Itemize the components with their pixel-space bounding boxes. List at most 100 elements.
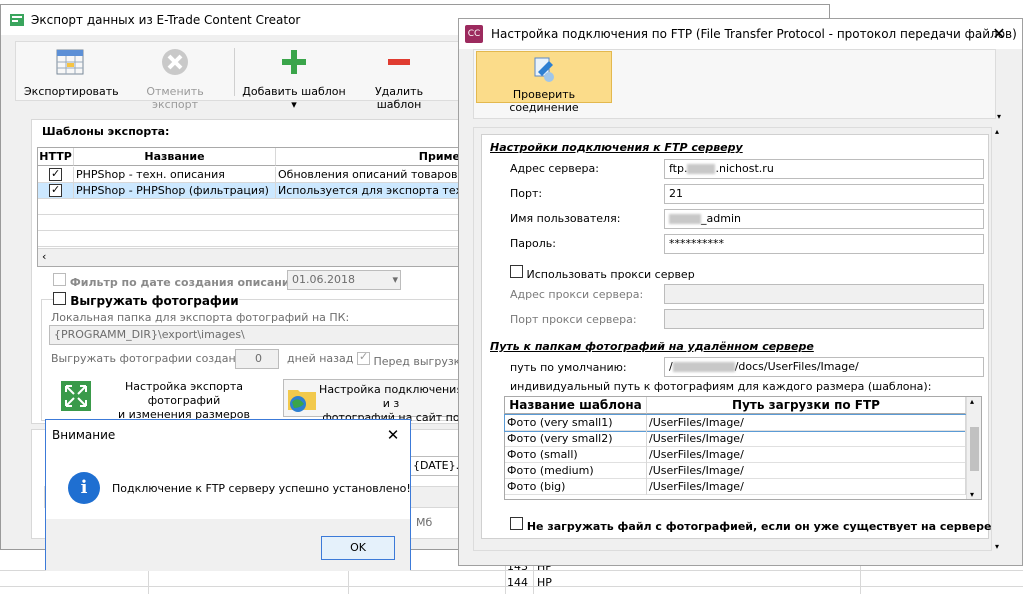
use-proxy-checkbox[interactable]: Использовать прокси сервер [510, 265, 695, 281]
toolbar-scrollbar[interactable]: ▾ [995, 49, 1005, 121]
column-header-ftp-path[interactable]: Путь загрузки по FTP [647, 397, 966, 414]
before-upload-checkbox[interactable]: Перед выгрузкой [357, 350, 474, 368]
close-icon[interactable]: ✕ [376, 420, 410, 450]
minus-icon [388, 59, 410, 65]
http-checkbox[interactable] [49, 167, 62, 182]
redacted-block [672, 362, 735, 372]
redacted-block [669, 214, 701, 224]
scroll-down-icon[interactable]: ▾ [995, 542, 999, 551]
http-checkbox[interactable] [49, 183, 62, 198]
size-ftp-path[interactable]: /UserFiles/Image/ [647, 415, 966, 431]
verify-connection-button[interactable]: Проверить соединение [476, 51, 612, 114]
table-row-selected[interactable]: PHPShop - PHPShop (фильтрация) Используе… [38, 183, 462, 199]
scroll-up-icon[interactable]: ▴ [995, 127, 999, 136]
table-row-selected[interactable]: Фото (very small1) /UserFiles/Image/ [504, 414, 967, 432]
export-photos-checkbox[interactable]: Выгружать фотографии [53, 292, 239, 308]
size-paths-table[interactable]: Название шаблона Путь загрузки по FTP Фо… [504, 396, 982, 500]
ok-button[interactable]: OK [321, 536, 395, 560]
table-scrollbar[interactable]: ▴ ▾ [966, 397, 981, 499]
date-filter-checkbox[interactable]: Фильтр по дате создания описаний [53, 273, 297, 289]
template-note: Обновления описаний товаров на [278, 168, 462, 181]
proxy-port-label: Порт прокси сервера: [510, 313, 637, 326]
export-button-label: Экспортировать [24, 85, 119, 98]
ftp-panel-scrollbar[interactable]: ▴ ▾ [991, 127, 1005, 551]
size-template-name: Фото (medium) [505, 463, 647, 479]
server-value-prefix: ftp. [669, 162, 688, 175]
verify-connection-label: Проверить соединение [509, 88, 579, 114]
column-header-http[interactable]: HTTP [38, 148, 74, 166]
skip-existing-label: Не загружать файл с фотографией, если он… [526, 520, 992, 533]
size-ftp-path[interactable]: /UserFiles/Image/ [647, 479, 966, 495]
size-ftp-path[interactable]: /UserFiles/Image/ [647, 447, 966, 463]
export-window-title: Экспорт данных из E-Trade Content Creato… [31, 13, 301, 27]
column-header-template[interactable]: Название шаблона [505, 397, 647, 414]
ftp-settings-dialog: CC Настройка подключения по FTP (File Tr… [458, 18, 1023, 566]
resize-icon [61, 381, 91, 411]
export-button[interactable]: Экспортировать [24, 42, 119, 98]
add-template-button[interactable]: Добавить шаблон ▾ [238, 42, 350, 111]
scroll-up-icon[interactable]: ▴ [970, 397, 974, 406]
cancel-export-label: Отменить экспорт [146, 85, 204, 111]
alert-dialog: Внимание ✕ i Подключение к FTP серверу у… [45, 419, 411, 571]
bg-row-num: 144 [507, 576, 528, 589]
table-row[interactable]: Фото (small) /UserFiles/Image/ [505, 447, 966, 463]
ftp-settings-panel: Настройки подключения к FTP серверу Адре… [481, 134, 991, 539]
ftp-dialog-title: Настройка подключения по FTP (File Trans… [491, 27, 1017, 41]
table-row[interactable]: Фото (big) /UserFiles/Image/ [505, 479, 966, 495]
horizontal-scrollbar[interactable]: ‹ [38, 248, 460, 266]
use-proxy-label: Использовать прокси сервер [526, 268, 695, 281]
days-stepper[interactable]: 0 [235, 349, 279, 369]
close-icon[interactable]: ✕ [976, 19, 1022, 49]
size-ftp-path[interactable]: /UserFiles/Image/ [647, 463, 966, 479]
username-field[interactable]: _admin [664, 209, 984, 229]
remote-path-section-title: Путь к папкам фотографий на удалённом се… [490, 340, 814, 353]
alert-title: Внимание [52, 428, 116, 442]
table-export-icon [56, 49, 84, 75]
delete-template-button[interactable]: Удалить шаблон [352, 42, 446, 111]
proxy-address-label: Адрес прокси сервера: [510, 288, 644, 301]
column-header-note[interactable]: Приме [276, 148, 462, 166]
scroll-down-icon[interactable]: ▾ [970, 490, 974, 499]
ftp-settings-button[interactable]: Настройка подключения и з фотографий на … [283, 379, 463, 424]
ftp-dialog-titlebar: CC Настройка подключения по FTP (File Tr… [459, 19, 1022, 49]
filename-field[interactable]: {DATE}.cs [408, 456, 462, 476]
alert-message: Подключение к FTP серверу успешно устано… [112, 482, 411, 495]
ftp-folder-globe-icon [288, 390, 316, 412]
password-label: Пароль: [510, 237, 556, 250]
scroll-down-icon[interactable]: ▾ [997, 112, 1001, 121]
proxy-address-field[interactable] [664, 284, 984, 304]
username-value-suffix: _admin [701, 212, 741, 225]
info-icon: i [68, 472, 100, 504]
scroll-left-icon[interactable]: ‹ [42, 250, 46, 263]
server-value-suffix: .nichost.ru [715, 162, 774, 175]
chevron-down-icon: ▾ [392, 273, 398, 286]
table-row[interactable]: Фото (very small2) /UserFiles/Image/ [505, 431, 966, 447]
password-field[interactable]: ********** [664, 234, 984, 254]
template-note: Используется для экспорта технич [278, 184, 462, 197]
table-row[interactable]: Фото (medium) /UserFiles/Image/ [505, 463, 966, 479]
templates-label: Шаблоны экспорта: [42, 125, 170, 138]
skip-existing-checkbox[interactable]: Не загружать файл с фотографией, если он… [510, 517, 991, 533]
export-photos-label: Выгружать фотографии [70, 294, 239, 308]
photo-export-settings-label: Настройка экспорта фотографий и изменени… [118, 380, 250, 421]
server-field[interactable]: ftp. .nichost.ru [664, 159, 984, 179]
table-row[interactable]: PHPShop - техн. описания Обновления опис… [38, 167, 462, 183]
proxy-port-field[interactable] [664, 309, 984, 329]
photo-export-settings-button[interactable]: Настройка экспорта фотографий и изменени… [55, 375, 279, 421]
cancel-export-button[interactable]: Отменить экспорт [124, 42, 226, 111]
days-value: 0 [255, 352, 262, 365]
column-header-name[interactable]: Название [74, 148, 276, 166]
local-folder-field[interactable]: {PROGRAMM_DIR}\export\images\ [49, 325, 461, 345]
size-ftp-path[interactable]: /UserFiles/Image/ [647, 431, 966, 447]
server-label: Адрес сервера: [510, 162, 599, 175]
cancel-icon [162, 49, 188, 75]
export-toolbar: Экспортировать Отменить экспорт Добавить… [15, 41, 462, 111]
template-name: PHPShop - PHPShop (фильтрация) [74, 183, 276, 199]
dropdown-arrow-icon: ▾ [291, 98, 297, 111]
app-icon [10, 14, 24, 26]
default-path-field[interactable]: //docs/UserFiles/Image/ [664, 357, 984, 377]
port-field[interactable]: 21 [664, 184, 984, 204]
templates-table[interactable]: HTTP Название Приме PHPShop - техн. опис… [37, 147, 462, 267]
date-filter-field[interactable]: 01.06.2018 ▾ [287, 270, 401, 290]
scrollbar-thumb[interactable] [970, 427, 979, 471]
